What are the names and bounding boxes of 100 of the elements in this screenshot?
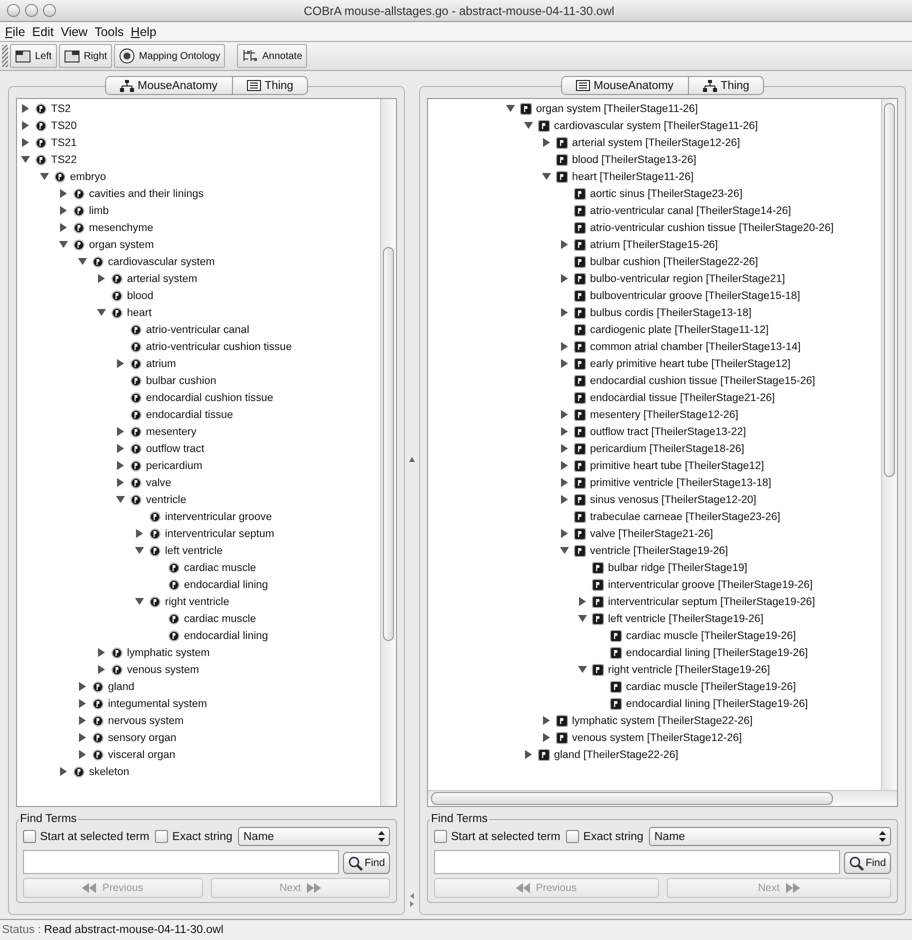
tree-item[interactable]: left ventricle <box>165 544 223 556</box>
tree-item[interactable]: bulbar cushion <box>146 374 216 386</box>
expand-toggle[interactable] <box>97 648 106 657</box>
expand-toggle[interactable] <box>116 427 125 436</box>
expand-toggle[interactable] <box>78 682 87 691</box>
expand-toggle[interactable] <box>578 665 587 674</box>
minimize-button[interactable] <box>25 4 38 17</box>
expand-toggle[interactable] <box>542 716 551 725</box>
checkbox-label[interactable]: Start at selected term <box>451 830 560 842</box>
tree-item[interactable]: arterial system <box>127 272 198 284</box>
tree-item[interactable]: nervous system <box>108 714 184 726</box>
tree-item[interactable]: ventricle [TheilerStage19-26] <box>590 544 728 556</box>
tree-item[interactable]: interventricular groove <box>165 510 272 522</box>
vertical-scrollbar[interactable] <box>380 99 396 806</box>
tree-item[interactable]: lymphatic system <box>127 646 210 658</box>
expand-toggle[interactable] <box>506 104 515 113</box>
tree-item[interactable]: interventricular septum [TheilerStage19-26] <box>608 596 816 608</box>
expand-toggle[interactable] <box>78 750 87 759</box>
tree-item[interactable]: endocardial tissue <box>146 408 234 420</box>
expand-toggle[interactable] <box>560 444 569 453</box>
scrollbar-thumb[interactable] <box>431 792 833 805</box>
expand-toggle[interactable] <box>78 733 87 742</box>
tree-item[interactable]: bulboventricular groove [TheilerStage15-18] <box>590 290 800 302</box>
tree-item[interactable]: integumental system <box>108 698 208 710</box>
tree-item[interactable]: pericardium <box>146 460 202 472</box>
view-tab[interactable]: Thing <box>688 76 764 95</box>
toolbar-button[interactable]: Annotate <box>237 44 308 68</box>
expand-toggle[interactable] <box>97 308 106 317</box>
field-dropdown[interactable]: Name <box>649 827 891 846</box>
tree-item[interactable]: cardiac muscle <box>184 562 256 574</box>
tree-item[interactable]: pericardium [TheilerStage18-26] <box>590 442 744 454</box>
tree-item[interactable]: TS21 <box>51 136 77 148</box>
expand-toggle[interactable] <box>560 546 569 555</box>
tree-item[interactable]: bulbar cushion [TheilerStage22-26] <box>590 256 758 268</box>
tree-item[interactable]: venous system <box>127 664 200 676</box>
vertical-scrollbar[interactable] <box>881 99 897 790</box>
tree-item[interactable]: endocardial lining [TheilerStage19-26] <box>626 698 808 710</box>
tree-item[interactable]: cavities and their linings <box>89 188 204 200</box>
expand-toggle[interactable] <box>560 240 569 249</box>
find-button[interactable]: Find <box>342 852 390 874</box>
tree-item[interactable]: atrium <box>146 358 176 370</box>
tree-item[interactable]: gland <box>108 680 134 692</box>
toolbar-button[interactable]: Left <box>10 44 57 68</box>
tree-item[interactable]: heart [TheilerStage11-26] <box>572 170 694 182</box>
tree-item[interactable]: sensory organ <box>108 732 176 744</box>
tree-item[interactable]: left ventricle [TheilerStage19-26] <box>608 612 764 624</box>
tree-item[interactable]: TS2 <box>51 102 71 114</box>
tree-item[interactable]: atrio-ventricular cushion tissue <box>146 340 292 352</box>
expand-toggle[interactable] <box>560 495 569 504</box>
tree-item[interactable]: organ system <box>89 238 154 250</box>
tree-item[interactable]: cardiac muscle <box>184 612 256 624</box>
expand-toggle[interactable] <box>78 257 87 266</box>
tree-item[interactable]: endocardial lining [TheilerStage19-26] <box>626 646 808 658</box>
expand-toggle[interactable] <box>135 597 144 606</box>
expand-toggle[interactable] <box>578 614 587 623</box>
expand-toggle[interactable] <box>135 546 144 555</box>
tree-item[interactable]: lymphatic system [TheilerStage22-26] <box>572 714 753 726</box>
expand-toggle[interactable] <box>97 274 106 283</box>
expand-toggle[interactable] <box>560 461 569 470</box>
menu-item[interactable]: Edit <box>32 24 54 38</box>
tree-item[interactable]: cardiogenic plate [TheilerStage11-12] <box>590 324 769 336</box>
tree-item[interactable]: gland [TheilerStage22-26] <box>554 748 678 760</box>
tree-item[interactable]: TS22 <box>51 154 77 166</box>
expand-toggle[interactable] <box>560 308 569 317</box>
tree-item[interactable]: ventricle <box>146 494 186 506</box>
expand-toggle[interactable] <box>21 104 30 113</box>
expand-toggle[interactable] <box>116 444 125 453</box>
horizontal-scrollbar[interactable] <box>428 790 897 806</box>
checkbox[interactable] <box>23 830 36 843</box>
tree-item[interactable]: trabeculae carneae [TheilerStage23-26] <box>590 510 780 522</box>
tree-item[interactable]: interventricular groove [TheilerStage19-26] <box>608 578 813 590</box>
tree-item[interactable]: bulbo-ventricular region [TheilerStage21] <box>590 272 786 284</box>
menu-item[interactable]: File <box>5 24 26 38</box>
tree-item[interactable]: endocardial lining <box>184 630 268 642</box>
toolbar-button[interactable]: Mapping Ontology <box>114 44 226 68</box>
tree-item[interactable]: atrio-ventricular canal [TheilerStage14-26] <box>590 204 792 216</box>
tree-item[interactable]: aortic sinus [TheilerStage23-26] <box>590 188 742 200</box>
expand-toggle[interactable] <box>560 359 569 368</box>
tree-item[interactable]: cardiovascular system [TheilerStage11-26] <box>554 120 758 132</box>
tree-item[interactable]: visceral organ <box>108 748 176 760</box>
search-field[interactable] <box>434 850 840 874</box>
checkbox-label[interactable]: Exact string <box>583 830 644 842</box>
expand-toggle[interactable] <box>59 240 68 249</box>
tree-item[interactable]: valve <box>146 476 172 488</box>
tree-item[interactable]: arterial system [TheilerStage12-26] <box>572 136 740 148</box>
expand-toggle[interactable] <box>21 155 30 164</box>
expand-toggle[interactable] <box>116 495 125 504</box>
tree-item[interactable]: TS20 <box>51 120 77 132</box>
tree-item[interactable]: primitive ventricle [TheilerStage13-18] <box>590 476 772 488</box>
checkbox[interactable] <box>566 830 580 843</box>
tree-item[interactable]: mesenchyme <box>89 222 154 234</box>
checkbox[interactable] <box>155 830 168 843</box>
expand-toggle[interactable] <box>59 189 68 198</box>
expand-toggle[interactable] <box>78 716 87 725</box>
tree-item[interactable]: common atrial chamber [TheilerStage13-14] <box>590 340 801 352</box>
menu-item[interactable]: View <box>60 24 88 38</box>
tree-item[interactable]: endocardial cushion tissue <box>146 392 274 404</box>
tree-item[interactable]: blood [TheilerStage13-26] <box>572 154 696 166</box>
toolbar-grip[interactable] <box>2 45 8 67</box>
tree-item[interactable]: primitive heart tube [TheilerStage12] <box>590 460 764 472</box>
